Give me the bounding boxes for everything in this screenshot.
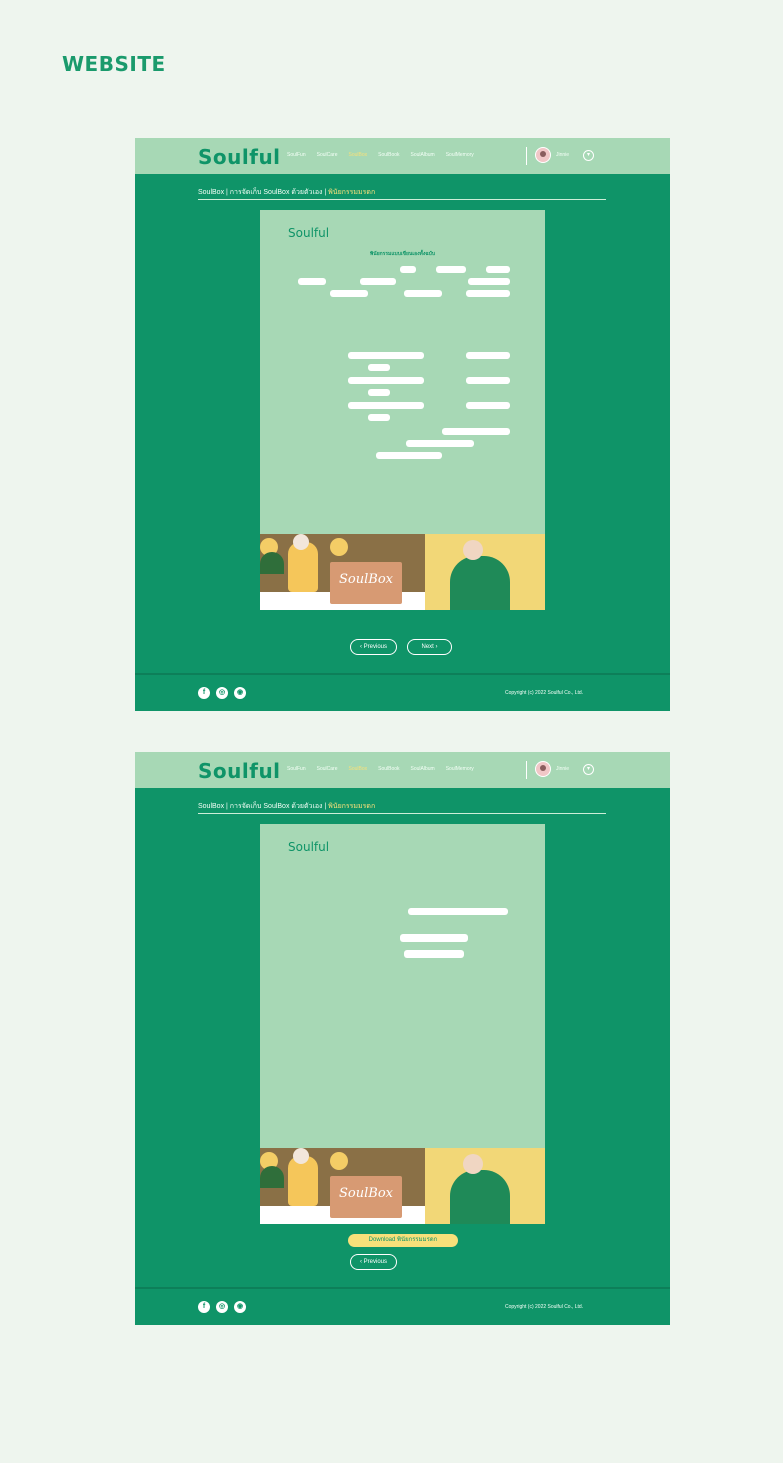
- dropdown-icon[interactable]: ▾: [583, 150, 594, 161]
- form-field[interactable]: [466, 290, 510, 297]
- page-title: WEBSITE: [62, 52, 166, 76]
- breadcrumb-current: พินัยกรรมมรดก: [328, 803, 376, 810]
- breadcrumb-divider: [198, 813, 606, 814]
- site-logo[interactable]: Soulful: [198, 145, 281, 169]
- soulbox-illustration: SoulBox: [260, 534, 545, 610]
- avatar[interactable]: [535, 147, 551, 163]
- form-field[interactable]: [406, 440, 474, 447]
- heir-1-name-field[interactable]: [348, 352, 424, 359]
- nav-links: SoulFun SoulCare SoulBox SoulBook SoulAl…: [287, 152, 474, 158]
- form-field[interactable]: [408, 908, 508, 915]
- breadcrumb: SoulBox | การจัดเก็บ SoulBox ด้วยตัวเอง …: [198, 801, 375, 812]
- art-soulbox-label: SoulBox: [339, 1186, 393, 1201]
- heir-3-share-field[interactable]: [368, 414, 390, 421]
- previous-button[interactable]: ‹ Previous: [350, 1254, 397, 1270]
- form-field[interactable]: [360, 278, 396, 285]
- art-elder-man-head: [463, 540, 483, 560]
- avatar[interactable]: [535, 761, 551, 777]
- nav-link-soulbox[interactable]: SoulBox: [348, 152, 367, 158]
- form-field[interactable]: [442, 428, 510, 435]
- heir-3-name-field[interactable]: [348, 402, 424, 409]
- form-field[interactable]: [400, 266, 416, 273]
- dropdown-icon[interactable]: ▾: [583, 764, 594, 775]
- nav-links: SoulFun SoulCare SoulBox SoulBook SoulAl…: [287, 766, 474, 772]
- heir-2-relation-field[interactable]: [466, 377, 510, 384]
- nav-link-soulalbum[interactable]: SoulAlbum: [411, 766, 435, 772]
- signature-field[interactable]: [400, 934, 468, 942]
- previous-button[interactable]: ‹ Previous: [350, 639, 397, 655]
- copyright: Copyright (c) 2022 Soulful Co., Ltd.: [505, 1304, 584, 1310]
- document-title: พินัยกรรมแบบเขียนเองทั้งฉบับ: [369, 251, 436, 257]
- copyright: Copyright (c) 2022 Soulful Co., Ltd.: [505, 690, 584, 696]
- nav-link-soulbook[interactable]: SoulBook: [378, 766, 399, 772]
- footer: f ◎ ◉ Copyright (c) 2022 Soulful Co., Lt…: [135, 673, 670, 711]
- top-nav: Soulful SoulFun SoulCare SoulBox SoulBoo…: [135, 752, 670, 788]
- heir-2-share-field[interactable]: [368, 389, 390, 396]
- facebook-icon[interactable]: f: [198, 1301, 210, 1313]
- art-elder-man: [450, 1170, 510, 1224]
- heir-3-relation-field[interactable]: [466, 402, 510, 409]
- download-will-button[interactable]: Download พินัยกรรมมรดก: [348, 1234, 458, 1247]
- art-elder-man-head: [463, 1154, 483, 1174]
- pagination: ‹ Previous Next ›: [350, 639, 452, 655]
- art-window: [330, 538, 348, 556]
- nav-link-soulfun[interactable]: SoulFun: [287, 152, 306, 158]
- art-soulbox: SoulBox: [330, 562, 402, 604]
- breadcrumb-path[interactable]: SoulBox | การจัดเก็บ SoulBox ด้วยตัวเอง …: [198, 189, 328, 196]
- nav-link-soulbox[interactable]: SoulBox: [348, 766, 367, 772]
- nav-link-soulalbum[interactable]: SoulAlbum: [411, 152, 435, 158]
- next-button[interactable]: Next ›: [407, 639, 452, 655]
- line-icon[interactable]: ◉: [234, 1301, 246, 1313]
- will-document-paper: Soulful SoulBox: [260, 824, 545, 1224]
- art-elder-man: [450, 556, 510, 610]
- paper-logo: Soulful: [288, 226, 330, 240]
- form-field[interactable]: [486, 266, 510, 273]
- nav-link-soulcare[interactable]: SoulCare: [317, 766, 338, 772]
- signatory-name-field[interactable]: [404, 950, 464, 958]
- art-plant: [260, 1166, 284, 1188]
- line-icon[interactable]: ◉: [234, 687, 246, 699]
- breadcrumb-path[interactable]: SoulBox | การจัดเก็บ SoulBox ด้วยตัวเอง …: [198, 803, 328, 810]
- heir-2-name-field[interactable]: [348, 377, 424, 384]
- nav-link-soulcare[interactable]: SoulCare: [317, 152, 338, 158]
- art-soulbox-label: SoulBox: [339, 572, 393, 587]
- form-field[interactable]: [376, 452, 442, 459]
- art-elder-woman-head: [293, 534, 309, 550]
- breadcrumb-divider: [198, 199, 606, 200]
- form-field[interactable]: [330, 290, 368, 297]
- paper-logo: Soulful: [288, 840, 330, 854]
- soulbox-illustration: SoulBox: [260, 1148, 545, 1224]
- form-field[interactable]: [404, 290, 442, 297]
- user-name[interactable]: Jinnie: [556, 766, 569, 772]
- heir-1-share-field[interactable]: [368, 364, 390, 371]
- footer: f ◎ ◉ Copyright (c) 2022 Soulful Co., Lt…: [135, 1287, 670, 1325]
- user-name[interactable]: Jinnie: [556, 152, 569, 158]
- nav-link-soulbook[interactable]: SoulBook: [378, 152, 399, 158]
- top-nav: Soulful SoulFun SoulCare SoulBox SoulBoo…: [135, 138, 670, 174]
- breadcrumb-current: พินัยกรรมมรดก: [328, 189, 376, 196]
- form-field[interactable]: [436, 266, 466, 273]
- will-document-paper: Soulful พินัยกรรมแบบเขียนเองทั้งฉบับ Sou…: [260, 210, 545, 610]
- art-soulbox: SoulBox: [330, 1176, 402, 1218]
- heir-1-relation-field[interactable]: [466, 352, 510, 359]
- breadcrumb: SoulBox | การจัดเก็บ SoulBox ด้วยตัวเอง …: [198, 187, 375, 198]
- nav-divider: [526, 761, 527, 779]
- art-plant: [260, 552, 284, 574]
- nav-link-soulmemory[interactable]: SoulMemory: [446, 766, 474, 772]
- nav-divider: [526, 147, 527, 165]
- facebook-icon[interactable]: f: [198, 687, 210, 699]
- form-field[interactable]: [468, 278, 510, 285]
- website-mockup-form-page-1: Soulful SoulFun SoulCare SoulBox SoulBoo…: [135, 138, 670, 711]
- social-links: f ◎ ◉: [198, 687, 246, 699]
- instagram-icon[interactable]: ◎: [216, 1301, 228, 1313]
- site-logo[interactable]: Soulful: [198, 759, 281, 783]
- nav-link-soulfun[interactable]: SoulFun: [287, 766, 306, 772]
- website-mockup-form-page-2: Soulful SoulFun SoulCare SoulBox SoulBoo…: [135, 752, 670, 1325]
- form-field[interactable]: [298, 278, 326, 285]
- social-links: f ◎ ◉: [198, 1301, 246, 1313]
- nav-link-soulmemory[interactable]: SoulMemory: [446, 152, 474, 158]
- instagram-icon[interactable]: ◎: [216, 687, 228, 699]
- art-window: [330, 1152, 348, 1170]
- art-elder-woman-head: [293, 1148, 309, 1164]
